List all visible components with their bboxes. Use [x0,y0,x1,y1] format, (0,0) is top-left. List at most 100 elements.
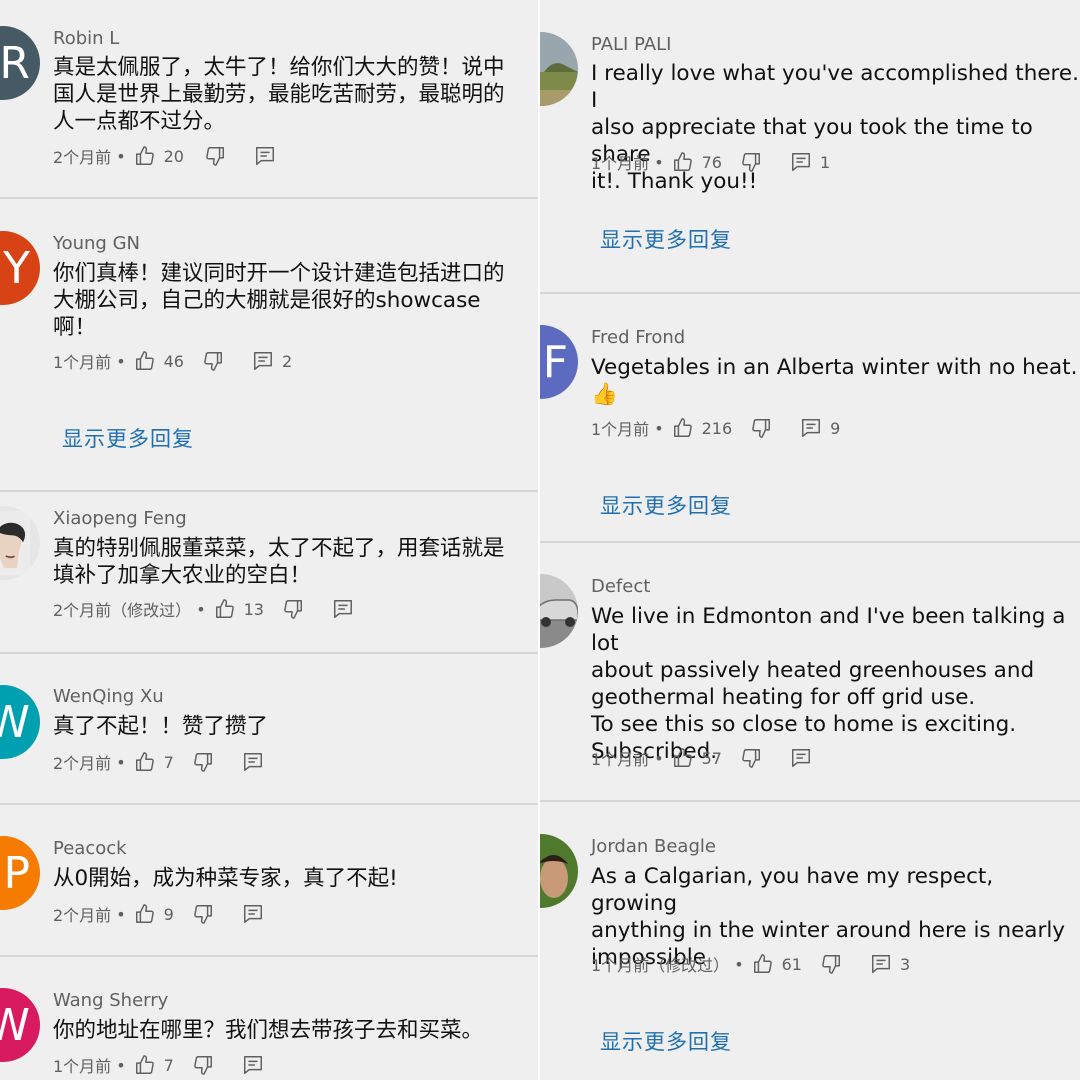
comment-text: 真了不起！！赞了攒了 [53,714,269,739]
avatar[interactable] [540,32,578,106]
reply-icon[interactable] [252,350,274,372]
comment-actions: 1个月前（修改过） • 61 3 [591,953,928,975]
like-icon[interactable] [214,598,236,620]
avatar[interactable]: P [0,836,40,910]
avatar-letter: R [0,37,30,89]
divider [0,197,538,199]
reply-count: 1 [819,152,831,172]
avatar[interactable]: W [0,685,40,759]
comment-actions: 1个月前 • 57 [591,747,812,769]
comment-author[interactable]: Robin L [53,28,119,49]
like-icon[interactable] [672,151,694,173]
show-more-replies-link[interactable]: 显示更多回复 [600,490,732,520]
avatar[interactable]: Y [0,231,40,305]
reply-icon[interactable] [800,417,822,439]
divider [0,652,538,654]
dislike-icon[interactable] [740,747,762,769]
comment-time: 2个月前 [53,906,112,925]
comment-actions: 2个月前 • 9 [53,903,264,925]
avatar[interactable] [540,574,578,648]
comment-time: 1个月前 [591,750,650,769]
like-icon[interactable] [134,1054,156,1076]
comment-actions: 2个月前 • 20 [53,145,276,167]
avatar[interactable]: W [0,988,40,1062]
like-count: 9 [163,904,174,924]
dislike-icon[interactable] [202,350,224,372]
reply-icon[interactable] [332,598,354,620]
separator-dot: • [196,599,206,619]
right-comments-column: PALI PALI I really love what you've acco… [540,0,1080,1080]
comment-author[interactable]: Peacock [53,838,127,859]
avatar-letter: W [0,999,30,1051]
dislike-icon[interactable] [192,903,214,925]
separator-dot: • [116,146,126,166]
comment-text: We live in Edmonton and I've been talkin… [591,604,1066,764]
left-comments-column: R Robin L 真是太佩服了，太牛了！给你们大大的赞！说中 国人是世界上最勤… [0,0,538,1080]
divider [0,490,538,492]
reply-icon[interactable] [870,953,892,975]
like-count: 46 [163,351,184,371]
comment-text: 你的地址在哪里？我们想去带孩子去和买菜。 [53,1018,484,1043]
comment-text: Vegetables in an Alberta winter with no … [591,355,1078,407]
like-icon[interactable] [134,145,156,167]
reply-icon[interactable] [254,145,276,167]
comment-author[interactable]: Jordan Beagle [591,836,716,857]
comment-author[interactable]: Wang Sherry [53,990,168,1011]
show-more-replies-link[interactable]: 显示更多回复 [600,224,732,254]
separator-dot: • [734,954,744,974]
dislike-icon[interactable] [750,417,772,439]
like-icon[interactable] [672,747,694,769]
like-icon[interactable] [134,350,156,372]
comment-text: 真是太佩服了，太牛了！给你们大大的赞！说中 国人是世界上最勤劳，最能吃苦耐劳，最… [53,55,505,134]
comment-author[interactable]: Fred Frond [591,327,685,348]
comment-text: 你们真棒！建议同时开一个设计建造包括进口的 大棚公司，自己的大棚就是很好的sho… [53,261,505,340]
like-count: 76 [701,152,722,172]
avatar[interactable] [540,834,578,908]
comment-author[interactable]: Young GN [53,233,140,254]
avatar-letter: F [542,336,568,388]
comment-actions: 1个月前 • 7 [53,1054,264,1076]
comment-time: 1个月前（修改过） [591,956,730,975]
reply-icon[interactable] [242,903,264,925]
comment-time: 1个月前 [591,154,650,173]
like-count: 216 [701,418,733,438]
comment-author[interactable]: WenQing Xu [53,686,164,707]
divider [540,541,1080,543]
comment-text: 真的特别佩服董菜菜，太了不起了，用套话就是 填补了加拿大农业的空白！ [53,536,505,588]
dislike-icon[interactable] [740,151,762,173]
reply-icon[interactable] [242,1054,264,1076]
comment-author[interactable]: PALI PALI [591,34,671,55]
avatar[interactable] [0,506,40,580]
like-count: 20 [163,146,184,166]
avatar-letter: W [0,696,30,748]
comment-time: 2个月前 [53,754,112,773]
separator-dot: • [654,152,664,172]
car-photo [540,574,578,648]
like-count: 13 [243,599,264,619]
reply-icon[interactable] [790,151,812,173]
like-icon[interactable] [134,751,156,773]
like-count: 7 [163,1055,174,1075]
dislike-icon[interactable] [192,1054,214,1076]
reply-icon[interactable] [790,747,812,769]
dislike-icon[interactable] [204,145,226,167]
dislike-icon[interactable] [282,598,304,620]
comment-author[interactable]: Defect [591,576,650,597]
reply-icon[interactable] [242,751,264,773]
dislike-icon[interactable] [820,953,842,975]
portrait-photo [540,834,578,908]
avatar[interactable]: F [540,325,578,399]
show-more-replies-link[interactable]: 显示更多回复 [600,1026,732,1056]
like-icon[interactable] [752,953,774,975]
separator-dot: • [654,748,664,768]
divider [540,800,1080,802]
like-icon[interactable] [134,903,156,925]
separator-dot: • [116,752,126,772]
like-icon[interactable] [672,417,694,439]
avatar[interactable]: R [0,26,40,100]
separator-dot: • [654,418,664,438]
dislike-icon[interactable] [192,751,214,773]
show-more-replies-link[interactable]: 显示更多回复 [62,423,194,453]
reply-count: 9 [830,418,841,438]
comment-author[interactable]: Xiaopeng Feng [53,508,187,529]
